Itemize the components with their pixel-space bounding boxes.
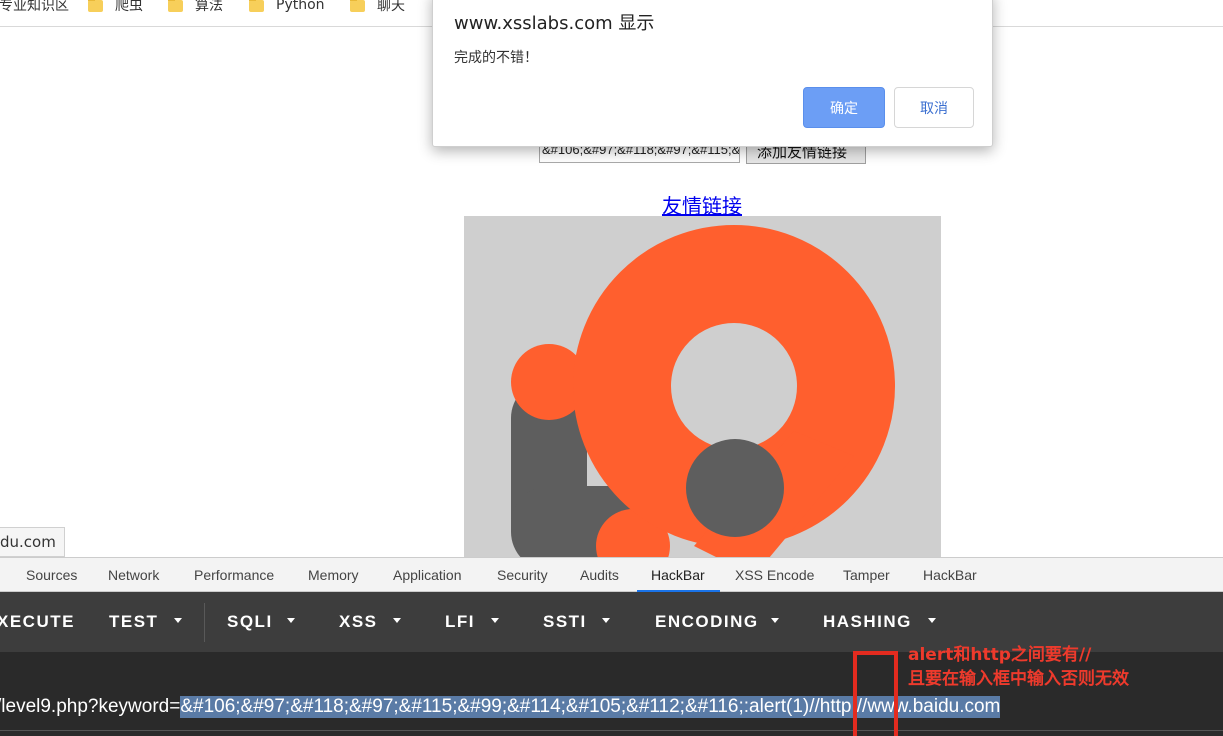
tab-network[interactable]: Network bbox=[108, 567, 159, 583]
tab-security[interactable]: Security bbox=[497, 567, 548, 583]
friend-link[interactable]: 友情链接 bbox=[662, 190, 742, 219]
sqli-menu[interactable]: SQLI bbox=[227, 612, 273, 632]
devtools-tabbar: Sources Network Performance Memory Appli… bbox=[0, 557, 1223, 592]
chevron-down-icon bbox=[771, 618, 779, 623]
level9-logo-icon bbox=[464, 216, 941, 557]
xss-menu[interactable]: XSS bbox=[339, 612, 378, 632]
status-url: du.com bbox=[0, 527, 65, 557]
bookmark-item[interactable]: 聊天 bbox=[350, 0, 405, 14]
url-textarea[interactable]: /level9.php?keyword= &#106;&#97;&#118;&#… bbox=[0, 694, 1001, 720]
bookmark-label: Python bbox=[276, 0, 325, 13]
hashing-menu[interactable]: HASHING bbox=[823, 612, 912, 632]
annotation-line-2: 且要在输入框中输入否则无效 bbox=[908, 669, 1129, 689]
tab-application[interactable]: Application bbox=[393, 567, 462, 583]
ssti-menu[interactable]: SSTI bbox=[543, 612, 587, 632]
dialog-message: 完成的不错！ bbox=[454, 50, 538, 66]
folder-icon bbox=[249, 0, 264, 12]
bookmark-item[interactable]: 专业知识区 bbox=[0, 0, 69, 14]
bookmark-item[interactable]: 算法 bbox=[168, 0, 223, 14]
tab-audits[interactable]: Audits bbox=[580, 567, 619, 583]
folder-icon bbox=[168, 0, 183, 12]
browser-window: 专业知识区 爬虫 算法 Python 聊天 &#106;&#97;&#118;&… bbox=[0, 0, 1223, 736]
execute-button[interactable]: XECUTE bbox=[0, 612, 75, 632]
tab-sources[interactable]: Sources bbox=[26, 567, 77, 583]
chevron-down-icon bbox=[602, 618, 610, 623]
lfi-menu[interactable]: LFI bbox=[445, 612, 475, 632]
tab-memory[interactable]: Memory bbox=[308, 567, 359, 583]
toolbar-divider bbox=[204, 603, 205, 642]
chevron-down-icon bbox=[393, 618, 401, 623]
folder-icon bbox=[350, 0, 365, 12]
bookmark-label: 聊天 bbox=[377, 0, 405, 14]
bookmark-item[interactable]: Python bbox=[249, 0, 325, 14]
alert-dialog: www.xsslabs.com 显示 完成的不错！ 确定 取消 bbox=[432, 0, 993, 147]
annotation-highlight-box bbox=[853, 651, 898, 736]
folder-icon bbox=[88, 0, 103, 12]
level-logo-image bbox=[464, 216, 941, 557]
chevron-down-icon bbox=[491, 618, 499, 623]
bookmark-label: 算法 bbox=[195, 0, 223, 14]
tab-hackbar-2[interactable]: HackBar bbox=[923, 567, 977, 583]
chevron-down-icon bbox=[928, 618, 936, 623]
bookmark-label: 专业知识区 bbox=[0, 0, 69, 14]
test-menu[interactable]: TEST bbox=[109, 612, 158, 632]
bookmark-label: 爬虫 bbox=[115, 0, 143, 14]
tab-performance[interactable]: Performance bbox=[194, 567, 274, 583]
chevron-down-icon bbox=[287, 618, 295, 623]
url-prefix: /level9.php?keyword= bbox=[0, 696, 181, 717]
tab-xss-encode[interactable]: XSS Encode bbox=[735, 567, 814, 583]
tab-tamper[interactable]: Tamper bbox=[843, 567, 890, 583]
bookmark-item[interactable]: 爬虫 bbox=[88, 0, 143, 14]
encoding-menu[interactable]: ENCODING bbox=[655, 612, 759, 632]
tab-hackbar[interactable]: HackBar bbox=[651, 567, 705, 583]
annotation-line-1: alert和http之间要有// bbox=[908, 645, 1092, 665]
annotation-text: alert和http之间要有// 且要在输入框中输入否则无效 bbox=[908, 643, 1129, 691]
divider bbox=[0, 730, 1223, 731]
ok-button[interactable]: 确定 bbox=[803, 87, 885, 128]
dialog-title: www.xsslabs.com 显示 bbox=[454, 13, 655, 34]
cancel-button[interactable]: 取消 bbox=[894, 87, 974, 128]
chevron-down-icon bbox=[174, 618, 182, 623]
